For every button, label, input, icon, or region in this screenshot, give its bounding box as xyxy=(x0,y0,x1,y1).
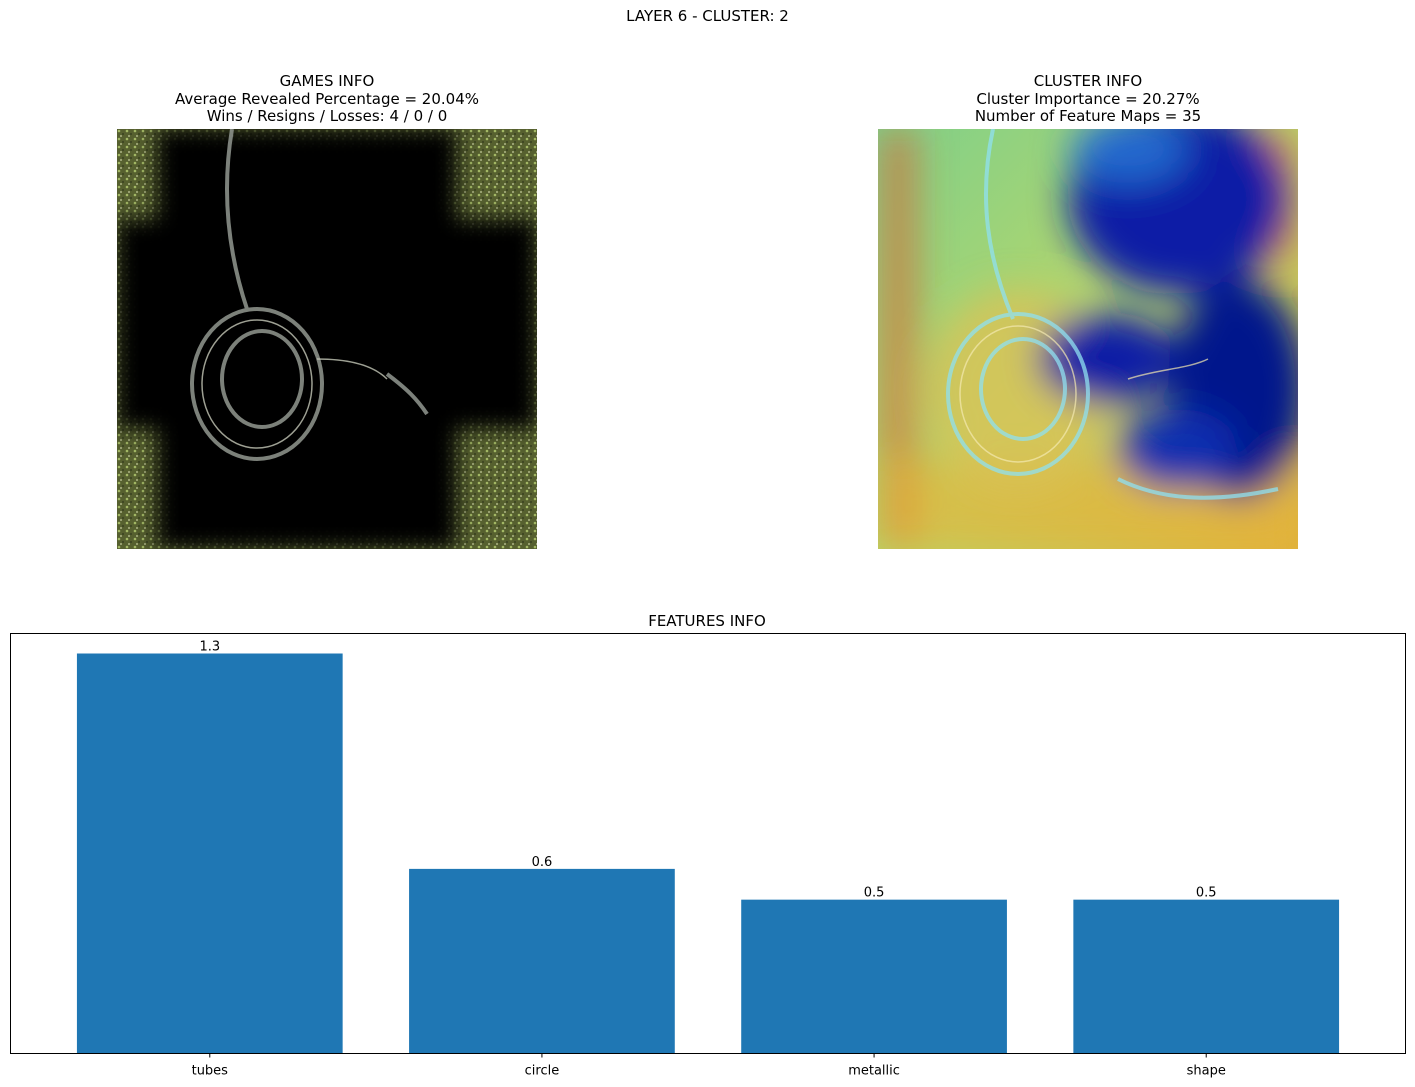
features-info-bar-chart: FEATURES INFO 1.3 0.6 0.5 0.5 tubes circle me… xyxy=(10,612,1406,1079)
games-info-title-block: GAMES INFO Average Revealed Percentage =… xyxy=(77,72,577,126)
bar-tubes xyxy=(76,653,343,1054)
games-info-revealed-percentage: Average Revealed Percentage = 20.04% xyxy=(174,89,479,108)
figure-suptitle: LAYER 6 - CLUSTER: 2 xyxy=(626,7,789,25)
chart-title: FEATURES INFO xyxy=(648,612,766,630)
bar-value-label: 1.3 xyxy=(199,640,220,655)
cluster-info-title-block: CLUSTER INFO Cluster Importance = 20.27%… xyxy=(838,72,1338,126)
games-info-results: Wins / Resigns / Losses: 4 / 0 / 0 xyxy=(206,107,448,125)
heatmap-french-horn-image xyxy=(878,129,1298,549)
cluster-info-title: CLUSTER INFO xyxy=(1033,72,1143,90)
x-tick-label: shape xyxy=(1187,1064,1226,1079)
bar-value-label: 0.6 xyxy=(532,855,553,870)
x-tick-label: circle xyxy=(525,1064,560,1079)
games-info-title: GAMES INFO xyxy=(279,72,375,90)
bar-value-label: 0.5 xyxy=(1196,886,1217,901)
cluster-info-importance: Cluster Importance = 20.27% xyxy=(976,89,1200,108)
x-tick-label: tubes xyxy=(192,1064,229,1079)
bar-metallic xyxy=(741,899,1007,1054)
bar-shape xyxy=(1073,899,1340,1054)
bar-value-label: 0.5 xyxy=(864,886,885,901)
x-tick-label: metallic xyxy=(848,1064,900,1079)
cluster-info-feature-maps: Number of Feature Maps = 35 xyxy=(974,107,1202,125)
bar-circle xyxy=(409,868,675,1054)
masked-french-horn-image xyxy=(117,129,537,549)
